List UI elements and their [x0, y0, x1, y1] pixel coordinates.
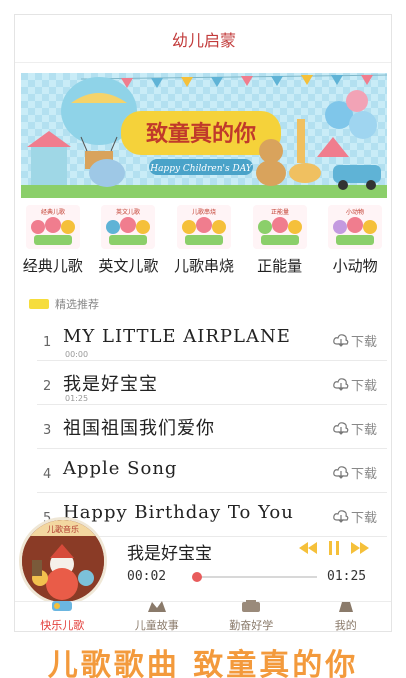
- download-label: 下载: [350, 335, 377, 350]
- category-thumb-text: 经典儿歌: [41, 208, 65, 216]
- category-item[interactable]: 经典儿歌 经典儿歌: [17, 205, 89, 285]
- section-header: 精选推荐: [29, 293, 99, 315]
- category-thumb-text: 小动物: [346, 208, 364, 216]
- song-row[interactable]: 1 MY LITTLE AIRPLANE 00:00 下载: [37, 317, 387, 361]
- progress-slider[interactable]: [191, 572, 317, 582]
- tab-label: 我的: [334, 619, 357, 632]
- song-number: 3: [43, 423, 52, 438]
- song-number: 1: [43, 335, 52, 350]
- music-note-icon: [52, 601, 73, 611]
- download-button[interactable]: 下载: [333, 331, 377, 350]
- mini-player: 儿歌音乐 我是好宝宝 00:02 01:25: [15, 517, 391, 605]
- category-thumb-text: 儿歌串烧: [192, 208, 216, 216]
- cloud-download-icon: [333, 421, 349, 435]
- category-item[interactable]: 英文儿歌 英文儿歌: [92, 205, 164, 285]
- banner-headline: 致童真的你: [146, 121, 256, 147]
- cloud-download-icon: [333, 333, 349, 347]
- category-thumbnail: 正能量: [252, 205, 307, 249]
- current-time: 00:02: [127, 569, 167, 584]
- download-label: 下载: [350, 467, 377, 482]
- banner-illustration: 致童真的你 Happy Children's DAY: [21, 73, 387, 198]
- player-controls: [295, 539, 373, 557]
- story-icon: [147, 601, 166, 612]
- disc-label: 儿歌音乐: [47, 524, 79, 534]
- category-thumb-text: 英文儿歌: [116, 208, 140, 216]
- category-thumbnail: 经典儿歌: [25, 205, 80, 249]
- download-button[interactable]: 下载: [333, 375, 377, 394]
- section-title: 精选推荐: [55, 298, 99, 311]
- song-row[interactable]: 4 Apple Song 下载: [37, 449, 387, 493]
- profile-icon: [338, 602, 353, 612]
- study-icon: [242, 600, 261, 612]
- next-icon: [351, 542, 369, 554]
- download-button[interactable]: 下载: [333, 419, 377, 438]
- cloud-download-icon: [333, 377, 349, 391]
- category-label: 小动物: [332, 257, 378, 275]
- category-row: 经典儿歌 经典儿歌 英文儿歌 英文儿歌 儿歌串烧 儿歌串烧 正能量 正能量 小动物 小动物: [15, 205, 391, 285]
- category-label: 经典儿歌: [22, 257, 83, 275]
- category-item[interactable]: 小动物 小动物: [319, 205, 391, 285]
- section-marker: [29, 299, 49, 309]
- song-title: 我是好宝宝: [63, 374, 158, 395]
- download-button[interactable]: 下载: [333, 463, 377, 482]
- tab-happy-songs[interactable]: 快乐儿歌: [15, 601, 110, 632]
- app-frame: 幼儿启蒙 致童真的你 Happy Children's DAY 经典儿歌 经典儿…: [14, 14, 392, 632]
- promo-caption-text: 儿歌歌曲 致童真的你: [47, 648, 359, 678]
- tab-stories[interactable]: 儿童故事: [110, 601, 205, 632]
- category-label: 儿歌串烧: [173, 257, 234, 275]
- song-list: 1 MY LITTLE AIRPLANE 00:00 下载 2 我是好宝宝 01:25 下载 3…: [37, 317, 387, 537]
- category-thumbnail: 小动物: [328, 205, 383, 249]
- song-duration: 00:00: [65, 350, 89, 359]
- total-time: 01:25: [327, 569, 367, 584]
- promo-caption: 儿歌歌曲 致童真的你: [0, 646, 406, 678]
- progress-knob[interactable]: [191, 572, 202, 582]
- category-thumbnail: 儿歌串烧: [176, 205, 231, 249]
- category-label: 英文儿歌: [98, 257, 159, 275]
- previous-button[interactable]: [295, 539, 321, 557]
- category-thumb-text: 正能量: [271, 208, 289, 216]
- category-label: 正能量: [257, 257, 303, 275]
- album-art: 儿歌音乐: [22, 520, 104, 602]
- song-number: 2: [43, 379, 52, 394]
- cloud-download-icon: [333, 465, 349, 479]
- song-title: MY LITTLE AIRPLANE: [63, 326, 291, 347]
- tab-label: 快乐儿歌: [40, 619, 85, 632]
- banner[interactable]: 致童真的你 Happy Children's DAY: [21, 73, 387, 198]
- bottom-tab-bar: 快乐儿歌 儿童故事 勤奋好学 我的: [15, 600, 392, 632]
- pause-icon: [329, 541, 339, 555]
- page-title: 幼儿启蒙: [171, 30, 236, 50]
- song-duration: 01:25: [65, 394, 89, 403]
- banner-ribbon: Happy Children's DAY: [149, 164, 253, 174]
- tab-label: 儿童故事: [134, 619, 179, 632]
- pause-button[interactable]: [321, 539, 347, 557]
- download-label: 下载: [350, 379, 377, 394]
- download-label: 下载: [350, 423, 377, 438]
- next-button[interactable]: [347, 539, 373, 557]
- previous-icon: [299, 542, 317, 554]
- tab-label: 勤奋好学: [229, 619, 274, 632]
- category-item[interactable]: 正能量 正能量: [244, 205, 316, 285]
- category-thumbnail: 英文儿歌: [101, 205, 156, 249]
- song-row[interactable]: 2 我是好宝宝 01:25 下载: [37, 361, 387, 405]
- category-item[interactable]: 儿歌串烧 儿歌串烧: [168, 205, 240, 285]
- song-number: 4: [43, 467, 52, 482]
- song-title: 祖国祖国我们爱你: [63, 418, 215, 439]
- now-playing-title: 我是好宝宝: [127, 544, 212, 564]
- tab-mine[interactable]: 我的: [299, 602, 392, 632]
- song-row[interactable]: 3 祖国祖国我们爱你 下载: [37, 405, 387, 449]
- title-bar: 幼儿启蒙: [15, 15, 391, 63]
- album-disc[interactable]: 儿歌音乐: [19, 517, 107, 605]
- tab-study[interactable]: 勤奋好学: [204, 600, 299, 632]
- song-title: Apple Song: [63, 458, 178, 479]
